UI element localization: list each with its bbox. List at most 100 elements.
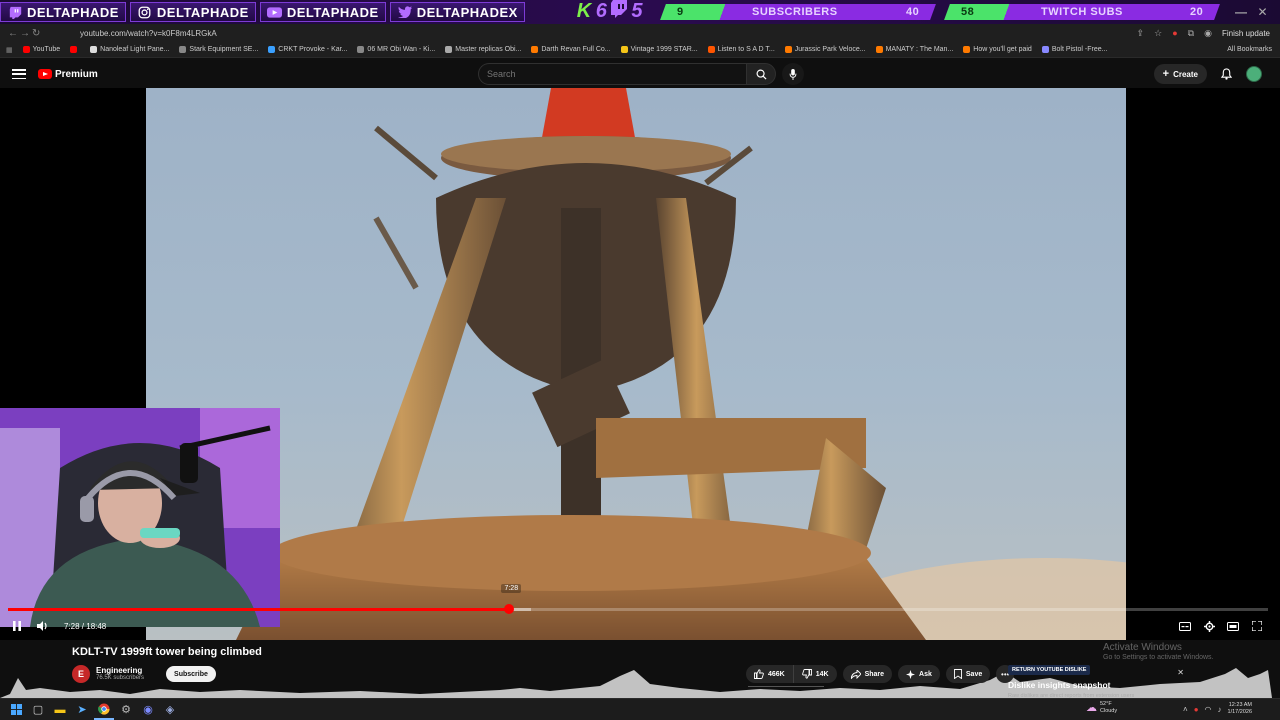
share-button[interactable]: Share [842, 665, 893, 683]
social-handle: DELTAPHADEX [416, 4, 518, 20]
streamer-webcam-image [0, 408, 280, 627]
close-icon[interactable]: ✕ [1177, 668, 1184, 677]
ask-button[interactable]: Ask [898, 665, 940, 683]
task-view-icon[interactable]: ▢ [28, 700, 48, 720]
search-input[interactable] [478, 63, 746, 85]
bookmark-item[interactable]: Bolt Pistol -Free... [1041, 46, 1107, 53]
bookmark-label: Jurassic Park Veloce... [794, 46, 866, 53]
weather-temp: 52°F [1100, 701, 1112, 707]
thumbs-up-icon [754, 669, 764, 679]
youtube-premium-logo[interactable]: Premium [38, 69, 98, 80]
bookmark-favicon-icon [531, 46, 539, 53]
social-handle: DELTAPHADE [286, 4, 379, 20]
search-button[interactable] [746, 63, 776, 85]
settings-button[interactable] [1198, 615, 1220, 637]
webcam-overlay [0, 408, 280, 627]
share-page-icon[interactable]: ⇪ [1137, 28, 1145, 39]
captions-button[interactable] [1174, 615, 1196, 637]
share-icon [850, 669, 861, 679]
player-controls: 7:28 / 18:48 [0, 614, 1280, 638]
bookmark-item[interactable]: MANATY : The Man... [875, 46, 953, 53]
social-twitch: DELTAPHADE [0, 2, 126, 22]
create-button[interactable]: + Create [1153, 64, 1207, 84]
bookmark-label: Nanoleaf Light Pane... [100, 46, 170, 53]
captions-icon [1179, 621, 1191, 631]
menu-icon[interactable] [12, 69, 26, 79]
bookmark-item[interactable] [70, 46, 80, 53]
subscribe-button[interactable]: Subscribe [166, 666, 216, 682]
url-field[interactable]: youtube.com/watch?v=k0F8m4LRGkA [80, 29, 217, 38]
windows-start-icon[interactable] [6, 700, 26, 720]
tray-app-icon[interactable]: ● [1194, 705, 1199, 714]
volume-button[interactable] [32, 615, 54, 637]
close-icon[interactable]: ✕ [1257, 5, 1268, 19]
bookmark-star-icon[interactable]: ☆ [1154, 28, 1162, 39]
avatar[interactable] [1246, 66, 1262, 82]
bookmark-item[interactable]: Stark Equipment SE... [179, 46, 258, 53]
bookmark-label: Listen to S A D T... [717, 46, 775, 53]
voice-search-button[interactable] [782, 63, 804, 85]
thumbs-down-icon [801, 669, 812, 679]
k6-letter: K [576, 0, 592, 22]
chevron-up-icon[interactable]: ˄ [1183, 705, 1188, 714]
apps-grid-icon[interactable]: ▦ [6, 46, 13, 54]
channel-avatar[interactable]: E [72, 665, 90, 683]
like-button[interactable]: 466K [746, 665, 794, 683]
theater-mode-button[interactable] [1222, 615, 1244, 637]
weather-cond: Cloudy [1100, 707, 1118, 714]
bookmark-item[interactable]: Master replicas Obi... [445, 46, 521, 53]
extensions-puzzle-icon[interactable]: ⧉ [1188, 28, 1194, 39]
video-frame[interactable] [146, 88, 1126, 640]
weather-widget[interactable]: ☁ 52°F Cloudy [1086, 701, 1117, 714]
bookmark-item[interactable]: How you'll get paid [963, 46, 1032, 53]
profile-icon[interactable]: ◉ [1204, 28, 1212, 39]
wifi-icon[interactable]: ◠ [1205, 705, 1212, 714]
reload-icon[interactable]: ↻ [32, 28, 44, 39]
chrome-icon[interactable] [94, 700, 114, 720]
save-button[interactable]: Save [945, 665, 991, 683]
minimize-icon[interactable]: — [1235, 5, 1248, 19]
stream-overlay-banner: DELTAPHADE DELTAPHADE DELTAPHADE DELTAPH… [0, 0, 1280, 24]
bookmark-item[interactable]: Listen to S A D T... [707, 46, 775, 53]
extension-icon[interactable]: ● [1172, 28, 1177, 38]
bookmark-favicon-icon [620, 46, 628, 53]
gear-icon [1203, 620, 1215, 632]
discord-icon[interactable]: ◉ [138, 700, 158, 720]
speaker-icon[interactable]: ♪ [1218, 705, 1222, 714]
fullscreen-button[interactable] [1246, 615, 1268, 637]
app-icon[interactable]: ◈ [160, 700, 180, 720]
file-explorer-icon[interactable]: ▬ [50, 700, 70, 720]
windows-taskbar: ▢ ▬ ➤ ⚙ ◉ ◈ ☁ 52°F Cloudy ˄ ● ◠ ♪ 12:23 … [0, 698, 1280, 720]
microphone-icon [789, 68, 797, 80]
ask-label: Ask [919, 670, 932, 678]
share-label: Share [864, 670, 885, 678]
taskbar-clock[interactable]: 12:23 AM 1/17/2026 [1228, 702, 1252, 716]
bookmark-item[interactable]: Darth Revan Full Co... [531, 46, 611, 53]
twitter-icon [397, 4, 413, 20]
bookmark-item[interactable]: CRKT Provoke - Kar... [268, 46, 347, 53]
bookmark-item[interactable]: 06 MR Obi Wan - Ki... [357, 46, 435, 53]
bookmark-item[interactable]: Vintage 1999 STAR... [620, 46, 698, 53]
bookmark-item[interactable]: YouTube [22, 46, 60, 53]
hover-time-tooltip: 7:28 [501, 584, 522, 593]
save-label: Save [965, 670, 983, 678]
bookmark-favicon-icon [22, 46, 30, 53]
bookmark-item[interactable]: Jurassic Park Veloce... [784, 46, 866, 53]
back-icon[interactable]: ← [8, 28, 20, 39]
video-player[interactable]: 7:28 7:28 / 18:48 [0, 88, 1280, 698]
dislike-button[interactable]: 14K [793, 665, 837, 683]
settings-app-icon[interactable]: ⚙ [116, 700, 136, 720]
paper-plane-icon[interactable]: ➤ [72, 700, 92, 720]
all-bookmarks-button[interactable]: All Bookmarks [1227, 46, 1272, 53]
bookmark-item[interactable]: Nanoleaf Light Pane... [90, 46, 169, 53]
video-title: KDLT-TV 1999ft tower being climbed [72, 646, 262, 658]
notifications-bell-icon[interactable] [1221, 68, 1232, 80]
plus-icon: + [1162, 68, 1170, 80]
pause-icon [13, 621, 21, 631]
progress-bar[interactable] [8, 604, 1268, 614]
forward-icon[interactable]: → [20, 28, 32, 39]
finish-update-button[interactable]: Finish update [1222, 29, 1270, 38]
channel-name[interactable]: Engineering [96, 666, 144, 675]
pause-button[interactable] [6, 615, 28, 637]
watermark-line1: Activate Windows [1103, 642, 1182, 653]
